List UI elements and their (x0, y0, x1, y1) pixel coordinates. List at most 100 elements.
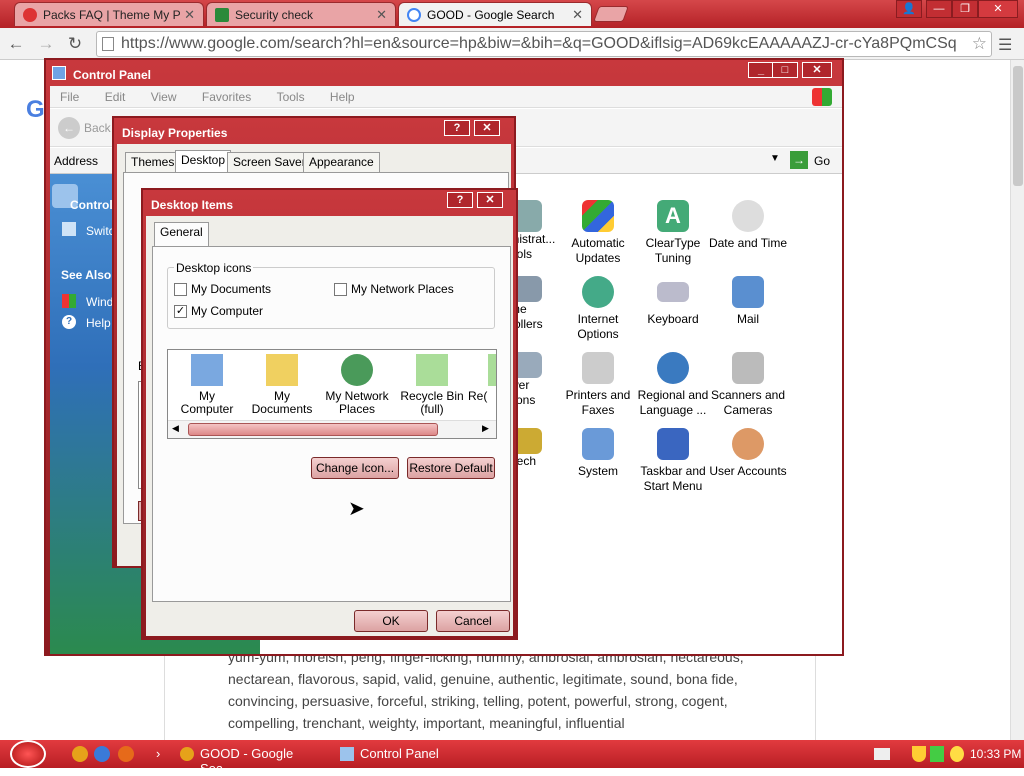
group-label: Desktop icons (174, 261, 254, 275)
menu-view[interactable]: View (151, 90, 177, 104)
close-tab-icon[interactable]: ✕ (376, 7, 387, 23)
taskbar-label: Control Panel (360, 746, 439, 761)
ok-button[interactable]: OK (354, 610, 428, 632)
restore-default-button[interactable]: Restore Default (407, 457, 495, 479)
chevron-right-icon[interactable]: › (156, 746, 160, 761)
go-arrow-icon[interactable]: → (790, 151, 808, 169)
icon-my-computer[interactable]: My Computer (171, 350, 243, 416)
google-logo-fragment: G (26, 96, 45, 123)
menu-tools[interactable]: Tools (277, 90, 305, 104)
chrome-icon[interactable] (72, 746, 88, 762)
chrome-menu-icon[interactable]: ☰ (998, 35, 1012, 55)
icon-recycle-bin[interactable]: Recycle Bin (full) (396, 350, 468, 416)
help-button[interactable]: ? (447, 192, 473, 208)
icon-partial[interactable]: Re( (468, 350, 496, 403)
internet-explorer-icon[interactable] (94, 746, 110, 762)
tab-packs-faq[interactable]: Packs FAQ | Theme My PC ✕ (14, 2, 204, 26)
minimize-button[interactable]: _ (748, 62, 774, 78)
cp-item-date-time[interactable]: Date and Time (708, 200, 788, 251)
tab-screen-saver[interactable]: Screen Saver (227, 152, 312, 172)
scroll-right-icon[interactable]: ▶ (482, 423, 489, 434)
cp-item-cleartype-tuning[interactable]: A ClearType Tuning (633, 200, 713, 266)
checkmark-icon[interactable]: ✓ (174, 304, 187, 318)
tab-google-search[interactable]: GOOD - Google Search ✕ (398, 2, 592, 26)
tab-desktop[interactable]: Desktop (175, 150, 232, 172)
switch-view-link[interactable]: Switc (86, 224, 115, 238)
close-tab-icon[interactable]: ✕ (572, 7, 583, 23)
scrollbar-thumb[interactable] (1013, 66, 1023, 186)
tab-appearance[interactable]: Appearance (303, 152, 380, 172)
close-tab-icon[interactable]: ✕ (184, 7, 195, 23)
close-button[interactable]: ✕ (474, 120, 500, 136)
checkbox-my-computer[interactable]: ✓ My Computer (174, 304, 263, 318)
change-icon-button[interactable]: Change Icon... (311, 457, 399, 479)
tab-themes[interactable]: Themes (125, 152, 181, 172)
horizontal-scrollbar[interactable]: ◀ ▶ (168, 420, 496, 438)
go-label[interactable]: Go (814, 154, 830, 168)
cp-item-regional-language[interactable]: Regional and Language ... (633, 352, 713, 418)
scroll-left-icon[interactable]: ◀ (172, 423, 179, 434)
new-tab-button[interactable] (593, 6, 629, 22)
restore-button[interactable]: ❐ (952, 0, 978, 18)
checkbox-box[interactable] (174, 282, 187, 296)
menu-file[interactable]: File (60, 90, 79, 104)
taskbar-item-chrome[interactable]: GOOD - Google Sea... (176, 743, 326, 776)
network-status-icon[interactable] (930, 746, 944, 762)
reload-icon[interactable]: ↻ (65, 34, 85, 54)
clock[interactable]: 10:33 PM (970, 747, 1021, 761)
page-scrollbar[interactable] (1010, 60, 1024, 740)
keyboard-icon[interactable] (874, 748, 890, 760)
menu-favorites[interactable]: Favorites (202, 90, 251, 104)
shield-icon[interactable] (912, 746, 926, 762)
cp-item-printers-faxes[interactable]: Printers and Faxes (558, 352, 638, 418)
taskbar: › GOOD - Google Sea... Control Panel 10:… (0, 740, 1024, 776)
menu-edit[interactable]: Edit (105, 90, 126, 104)
windows-update-link[interactable]: Wind (86, 295, 113, 309)
cp-item-mail[interactable]: Mail (708, 276, 788, 327)
help-button[interactable]: ? (444, 120, 470, 136)
bookmark-star-icon[interactable]: ☆ (972, 32, 987, 56)
search-icon[interactable] (950, 746, 964, 762)
menu-help[interactable]: Help (330, 90, 355, 104)
back-label[interactable]: Back (84, 121, 111, 135)
cp-item-keyboard[interactable]: Keyboard (633, 276, 713, 327)
close-window-button[interactable]: ✕ (978, 0, 1018, 18)
cleartype-icon: A (657, 200, 689, 232)
icon-list[interactable]: My Computer My Documents My Network Plac… (167, 349, 497, 439)
cancel-button[interactable]: Cancel (436, 610, 510, 632)
minimize-button[interactable]: — (926, 0, 952, 18)
back-arrow-icon[interactable]: ← (58, 117, 80, 139)
cp-item-system[interactable]: System (558, 428, 638, 479)
desktop-icons-group: Desktop icons My Documents My Network Pl… (167, 261, 495, 329)
cp-item-internet-options[interactable]: Internet Options (558, 276, 638, 342)
user-accounts-icon (732, 428, 764, 460)
start-button[interactable] (10, 740, 46, 768)
profile-icon[interactable]: 👤 (896, 0, 922, 18)
icon-my-network-places[interactable]: My Network Places (321, 350, 393, 416)
taskbar-item-control-panel[interactable]: Control Panel (336, 743, 486, 765)
address-bar[interactable]: https://www.google.com/search?hl=en&sour… (96, 31, 992, 57)
scrollbar-thumb[interactable] (188, 423, 438, 436)
computer-icon (191, 354, 223, 386)
checkbox-my-network-places[interactable]: My Network Places (334, 282, 454, 296)
close-button[interactable]: ✕ (802, 62, 832, 78)
icon-my-documents[interactable]: My Documents (246, 350, 318, 416)
taskbar-icon (657, 428, 689, 460)
checkbox-my-documents[interactable]: My Documents (174, 282, 271, 296)
sidebar-heading: Control (70, 198, 113, 212)
help-link[interactable]: Help (86, 316, 111, 330)
tab-security-check[interactable]: Security check ✕ (206, 2, 396, 26)
checkbox-box[interactable] (334, 282, 347, 296)
close-button[interactable]: ✕ (477, 192, 503, 208)
cp-item-scanners-cameras[interactable]: Scanners and Cameras (708, 352, 788, 418)
back-arrow-icon[interactable]: ← (6, 34, 26, 54)
maximize-button[interactable]: □ (772, 62, 798, 78)
window-title: Display Properties (122, 126, 228, 140)
dropdown-arrow-icon[interactable]: ▼ (770, 153, 780, 164)
cp-item-taskbar-start-menu[interactable]: Taskbar and Start Menu (633, 428, 713, 494)
cp-item-automatic-updates[interactable]: Automatic Updates (558, 200, 638, 266)
cp-item-user-accounts[interactable]: User Accounts (708, 428, 788, 479)
tab-general[interactable]: General (154, 222, 209, 246)
forward-arrow-icon[interactable]: → (36, 34, 56, 54)
firefox-icon[interactable] (118, 746, 134, 762)
